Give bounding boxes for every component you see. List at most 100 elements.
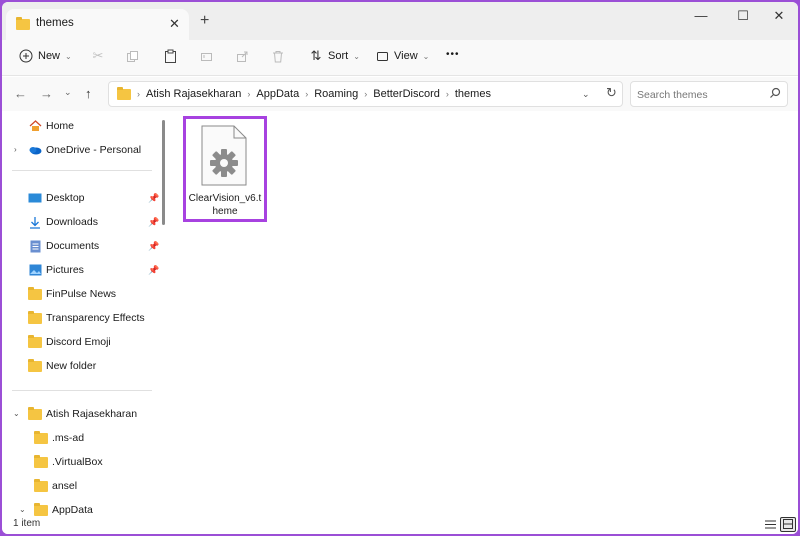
pin-icon[interactable]: 📌 bbox=[148, 265, 159, 276]
delete-button[interactable] bbox=[270, 48, 286, 64]
refresh-icon[interactable]: ↻ bbox=[606, 85, 617, 101]
chevron-right-icon: › bbox=[445, 89, 449, 99]
sidebar-item-finpulse-news[interactable]: FinPulse News bbox=[28, 283, 116, 305]
chevron-down-icon[interactable]: ⌄ bbox=[19, 505, 26, 514]
download-icon bbox=[28, 215, 42, 229]
sidebar-item-label: ansel bbox=[52, 480, 78, 492]
gear-icon bbox=[200, 125, 248, 187]
chevron-right-icon[interactable]: › bbox=[14, 145, 17, 154]
tab-themes[interactable]: themes ✕ bbox=[6, 9, 189, 40]
sidebar-item-label: Downloads bbox=[46, 216, 98, 228]
sidebar-item-label: Discord Emoji bbox=[46, 336, 111, 348]
trash-icon bbox=[270, 48, 286, 64]
copy-icon bbox=[124, 48, 140, 64]
sort-label: Sort bbox=[328, 50, 349, 62]
file-item[interactable]: ClearVision_v6.theme bbox=[183, 116, 267, 222]
details-view-button[interactable] bbox=[762, 517, 778, 532]
sidebar-item-label: Pictures bbox=[46, 264, 84, 276]
share-button[interactable] bbox=[234, 48, 250, 64]
grid-view-icon bbox=[783, 518, 793, 532]
more-options-button[interactable]: ••• bbox=[446, 49, 460, 60]
close-button[interactable]: ✕ bbox=[756, 8, 798, 24]
file-name: ClearVision_v6.theme bbox=[188, 193, 262, 217]
minimize-button[interactable]: — bbox=[678, 8, 724, 23]
pin-icon[interactable]: 📌 bbox=[148, 193, 159, 204]
sidebar-item-label: .VirtualBox bbox=[52, 456, 103, 468]
breadcrumb-roaming[interactable]: Roaming bbox=[314, 88, 358, 100]
sidebar-item-discord-emoji[interactable]: Discord Emoji bbox=[28, 331, 111, 353]
search-input[interactable]: Search themes bbox=[637, 89, 708, 101]
plus-circle-icon bbox=[18, 48, 34, 64]
forward-arrow-icon[interactable]: → bbox=[40, 86, 53, 101]
documents-icon bbox=[28, 239, 42, 253]
sidebar-item-desktop[interactable]: Desktop bbox=[28, 187, 85, 209]
folder-icon bbox=[34, 502, 48, 517]
divider bbox=[12, 390, 152, 391]
sidebar-item-documents[interactable]: Documents bbox=[28, 235, 99, 257]
pin-icon[interactable]: 📌 bbox=[148, 217, 159, 228]
sidebar-item-ansel[interactable]: ansel bbox=[34, 475, 77, 497]
breadcrumb-betterdiscord[interactable]: BetterDiscord bbox=[373, 88, 440, 100]
breadcrumb-appdata[interactable]: AppData bbox=[256, 88, 299, 100]
pictures-icon bbox=[28, 263, 42, 277]
item-count: 1 item bbox=[13, 518, 41, 529]
folder-icon bbox=[16, 17, 30, 33]
sort-button[interactable]: ⇅ Sort ⌄ bbox=[308, 48, 360, 64]
search-box[interactable]: Search themes bbox=[630, 81, 788, 107]
address-bar[interactable]: › Atish Rajasekharan › AppData › Roaming… bbox=[108, 81, 623, 107]
cut-button[interactable]: ✂ bbox=[90, 48, 106, 64]
folder-icon bbox=[34, 478, 48, 493]
up-arrow-icon[interactable]: ↑ bbox=[85, 86, 92, 101]
sidebar-item-home[interactable]: Home bbox=[28, 115, 74, 137]
sidebar-item-label: .ms-ad bbox=[52, 432, 85, 444]
title-bar: themes ✕ + — ☐ ✕ bbox=[2, 2, 798, 40]
sidebar-item-label: Home bbox=[46, 120, 75, 132]
share-icon bbox=[234, 48, 250, 64]
status-bar: 1 item bbox=[2, 516, 798, 534]
sidebar-item-label: AppData bbox=[52, 504, 93, 516]
recent-chevron-icon[interactable]: ⌄ bbox=[64, 87, 72, 98]
new-tab-button[interactable]: + bbox=[200, 12, 209, 30]
sidebar-item-label: Documents bbox=[46, 240, 100, 252]
address-history-chevron-icon[interactable]: ⌄ bbox=[582, 89, 590, 100]
breadcrumb-themes[interactable]: themes bbox=[455, 88, 491, 100]
folder-icon bbox=[28, 334, 42, 349]
sidebar-item-virtualbox[interactable]: .VirtualBox bbox=[34, 451, 103, 473]
sidebar-item-label: FinPulse News bbox=[46, 288, 117, 300]
paste-icon bbox=[162, 48, 178, 64]
sidebar-item-onedrive[interactable]: OneDrive - Personal bbox=[28, 139, 141, 161]
view-button[interactable]: View ⌄ bbox=[374, 48, 429, 64]
rename-button[interactable] bbox=[198, 48, 214, 64]
new-button[interactable]: New ⌄ bbox=[18, 48, 72, 64]
tiles-view-button[interactable] bbox=[780, 517, 796, 532]
sidebar-item-ms-ad[interactable]: .ms-ad bbox=[34, 427, 84, 449]
folder-icon bbox=[28, 310, 42, 325]
desktop-icon bbox=[28, 191, 42, 205]
tab-title: themes bbox=[36, 17, 74, 29]
chevron-right-icon: › bbox=[305, 89, 309, 99]
sidebar-item-atish[interactable]: Atish Rajasekharan bbox=[28, 403, 137, 425]
paste-button[interactable] bbox=[162, 48, 178, 64]
sidebar-item-label: OneDrive - Personal bbox=[46, 144, 142, 156]
sidebar-item-label: Atish Rajasekharan bbox=[46, 408, 138, 420]
scissors-icon: ✂ bbox=[92, 48, 104, 63]
chevron-right-icon: › bbox=[137, 89, 140, 99]
copy-button[interactable] bbox=[124, 48, 140, 64]
folder-icon bbox=[34, 430, 48, 445]
chevron-down-icon: ⌄ bbox=[422, 51, 430, 61]
back-arrow-icon[interactable]: ← bbox=[14, 86, 27, 101]
breadcrumb-atish[interactable]: Atish Rajasekharan bbox=[146, 88, 241, 100]
sidebar-item-pictures[interactable]: Pictures bbox=[28, 259, 84, 281]
chevron-down-icon[interactable]: ⌄ bbox=[13, 409, 20, 418]
sidebar-item-new-folder[interactable]: New folder bbox=[28, 355, 96, 377]
folder-icon bbox=[34, 454, 48, 469]
sidebar-item-downloads[interactable]: Downloads bbox=[28, 211, 98, 233]
sidebar-item-label: Transparency Effects bbox=[46, 312, 145, 324]
search-icon bbox=[769, 87, 781, 102]
sidebar-scrollbar-thumb[interactable] bbox=[162, 120, 165, 225]
pin-icon[interactable]: 📌 bbox=[148, 241, 159, 252]
view-label: View bbox=[394, 50, 418, 62]
home-icon bbox=[28, 119, 42, 133]
sidebar-item-transparency-effects[interactable]: Transparency Effects bbox=[28, 307, 145, 329]
tab-close-icon[interactable]: ✕ bbox=[169, 16, 180, 32]
